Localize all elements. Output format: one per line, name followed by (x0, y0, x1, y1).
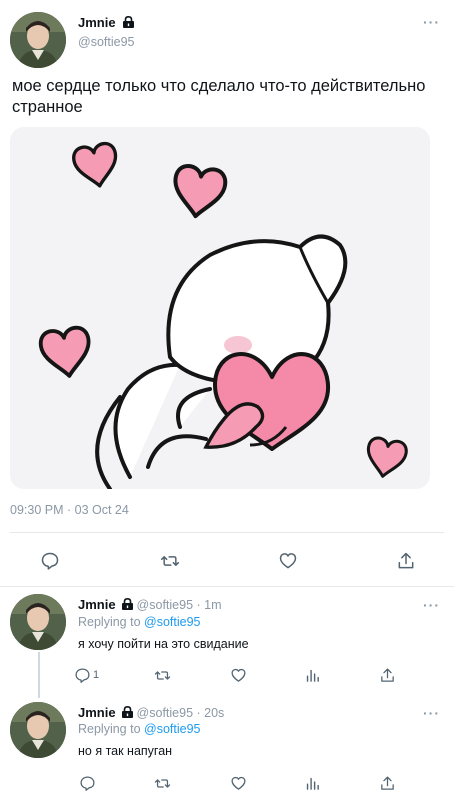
reply-author-handle[interactable]: @softie95 (137, 598, 193, 612)
author-name[interactable]: Jmnie (78, 15, 116, 30)
reply-age: · 1m (196, 598, 222, 612)
share-button[interactable] (374, 770, 400, 796)
retweet-icon (154, 778, 170, 788)
share-icon (398, 552, 414, 569)
views-icon (306, 669, 319, 682)
reply-icon (79, 775, 95, 791)
reply-avatar[interactable] (10, 594, 66, 650)
replying-prefix: Replying to (78, 615, 141, 629)
share-button[interactable] (374, 662, 400, 688)
retweet-button[interactable] (149, 770, 175, 796)
replying-to: Replying to @softie95 (78, 615, 201, 629)
replying-to-link[interactable]: @softie95 (144, 615, 200, 629)
avatar-image (10, 594, 66, 650)
like-icon (230, 668, 246, 682)
reply-avatar[interactable] (10, 702, 66, 758)
hearts-illustration (37, 140, 410, 489)
more-icon[interactable]: ··· (423, 705, 440, 721)
like-button[interactable] (225, 770, 251, 796)
like-icon (279, 553, 297, 569)
reply-button[interactable] (74, 770, 100, 796)
share-icon (380, 775, 394, 790)
tweet-media[interactable] (10, 127, 430, 489)
divider (0, 586, 454, 587)
avatar-image (10, 702, 66, 758)
tweet-timestamp[interactable]: 09:30 PM · 03 Oct 24 (10, 503, 129, 517)
reply-header: Jmnie @softie95 · 20s (78, 705, 224, 720)
reply-text: но я так напуган (78, 744, 173, 758)
views-button[interactable] (299, 662, 325, 688)
thread-line (38, 652, 40, 698)
reply-button[interactable]: 1 (74, 662, 114, 688)
reply-count: 1 (93, 669, 100, 681)
author-avatar[interactable] (10, 12, 66, 68)
lock-icon (122, 706, 134, 718)
share-icon (380, 667, 394, 682)
replying-to: Replying to @softie95 (78, 722, 201, 736)
reply-author-handle[interactable]: @softie95 (137, 706, 193, 720)
reply-button[interactable] (37, 548, 63, 574)
more-icon[interactable]: ··· (423, 14, 440, 30)
reply-header: Jmnie @softie95 · 1m (78, 597, 222, 612)
retweet-icon (160, 556, 180, 566)
lock-icon (123, 16, 135, 28)
more-icon[interactable]: ··· (423, 597, 440, 613)
like-button[interactable] (225, 662, 251, 688)
reply-author-name[interactable]: Jmnie (78, 705, 116, 720)
reply-age: · 20s (196, 706, 225, 720)
reply-author-name[interactable]: Jmnie (78, 597, 116, 612)
reply-icon (41, 552, 59, 570)
views-icon (306, 777, 319, 790)
replying-prefix: Replying to (78, 722, 141, 736)
reply-icon (75, 667, 90, 683)
divider (10, 532, 444, 533)
retweet-button[interactable] (149, 662, 175, 688)
replying-to-link[interactable]: @softie95 (144, 722, 200, 736)
like-button[interactable] (275, 548, 301, 574)
reply-text: я хочу пойти на это свидание (78, 637, 249, 651)
tweet-text: мое сердце только что сделало что-то дей… (12, 77, 426, 116)
like-icon (230, 776, 246, 790)
lock-icon (122, 598, 134, 610)
retweet-icon (154, 670, 170, 680)
author-handle[interactable]: @softie95 (78, 35, 134, 49)
share-button[interactable] (393, 548, 419, 574)
author-name-row[interactable]: Jmnie (78, 14, 135, 32)
retweet-button[interactable] (157, 548, 183, 574)
views-button[interactable] (299, 770, 325, 796)
avatar-image (10, 12, 66, 68)
